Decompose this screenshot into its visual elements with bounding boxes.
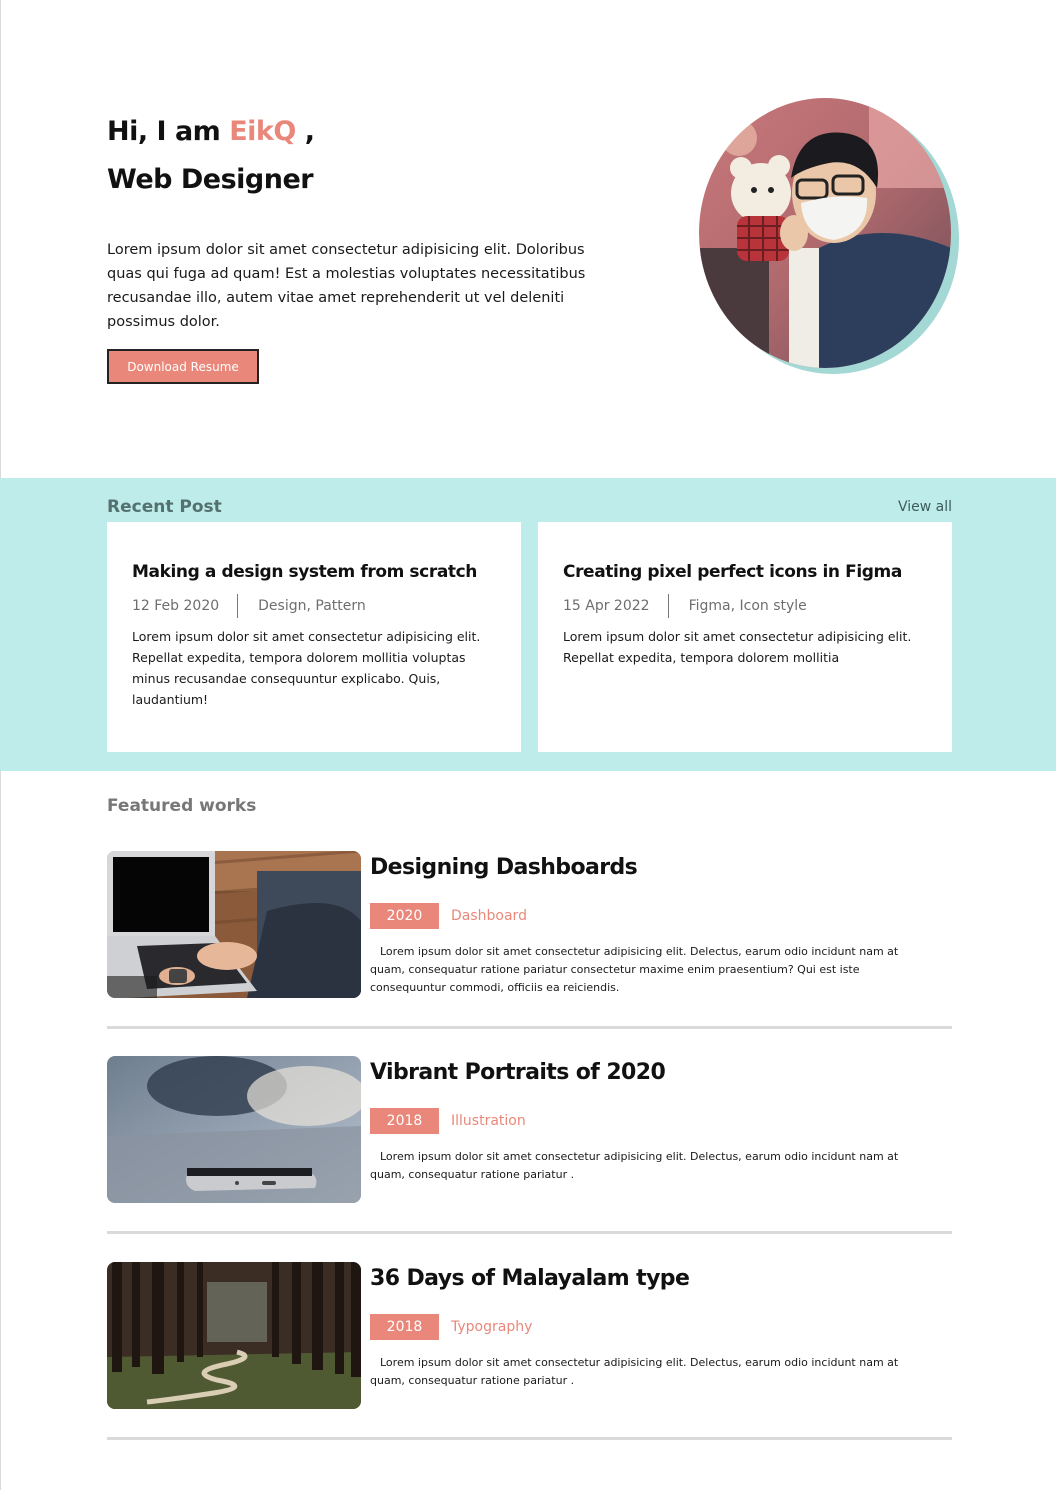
work-title[interactable]: Vibrant Portraits of 2020 xyxy=(370,1060,666,1085)
hero-name-suffix: , xyxy=(295,116,315,147)
work-item[interactable]: 36 Days of Malayalam type 2018 Typograph… xyxy=(107,1262,952,1440)
work-category: Dashboard xyxy=(451,908,527,924)
laptop-typing-photo xyxy=(107,851,361,998)
download-resume-button[interactable]: Download Resume xyxy=(107,349,259,384)
avatar-container xyxy=(699,98,959,374)
hero-role: Web Designer xyxy=(107,164,314,195)
work-thumbnail[interactable] xyxy=(107,851,361,998)
recent-posts-title: Recent Post xyxy=(107,497,222,517)
work-tags: 2018 Illustration xyxy=(370,1108,526,1134)
recent-posts-section: Recent Post View all Making a design sys… xyxy=(0,478,1056,771)
hero-title: Hi, I am EikQ , Web Designer xyxy=(107,108,667,204)
hero-name: EikQ xyxy=(229,116,296,147)
post-title[interactable]: Making a design system from scratch xyxy=(132,562,502,582)
hero-section: Hi, I am EikQ , Web Designer Lorem ipsum… xyxy=(0,0,1056,478)
year-badge: 2018 xyxy=(370,1108,439,1134)
work-description: Lorem ipsum dolor sit amet consectetur a… xyxy=(370,945,899,994)
year-badge: 2018 xyxy=(370,1314,439,1340)
post-meta: 15 Apr 2022 Figma, Icon style xyxy=(563,594,807,618)
work-tags: 2018 Typography xyxy=(370,1314,532,1340)
work-category: Illustration xyxy=(451,1113,526,1129)
work-title[interactable]: 36 Days of Malayalam type xyxy=(370,1266,690,1291)
work-title[interactable]: Designing Dashboards xyxy=(370,855,638,880)
post-tags: Figma, Icon style xyxy=(688,598,807,614)
post-excerpt: Lorem ipsum dolor sit amet consectetur a… xyxy=(132,629,481,707)
work-description: Lorem ipsum dolor sit amet consectetur a… xyxy=(370,1150,899,1181)
meta-divider xyxy=(667,594,669,618)
post-card[interactable]: Making a design system from scratch 12 F… xyxy=(107,522,521,752)
featured-works-title: Featured works xyxy=(107,796,257,816)
work-thumbnail[interactable] xyxy=(107,1262,361,1409)
work-description: Lorem ipsum dolor sit amet consectetur a… xyxy=(370,1356,899,1387)
work-item[interactable]: Designing Dashboards 2020 Dashboard Lore… xyxy=(107,851,952,1029)
post-date: 15 Apr 2022 xyxy=(563,598,650,614)
post-card[interactable]: Creating pixel perfect icons in Figma 15… xyxy=(538,522,952,752)
work-item[interactable]: Vibrant Portraits of 2020 2018 Illustrat… xyxy=(107,1056,952,1234)
avatar-photo xyxy=(699,98,951,368)
meta-divider xyxy=(237,594,239,618)
post-excerpt: Lorem ipsum dolor sit amet consectetur a… xyxy=(563,629,912,665)
post-date: 12 Feb 2020 xyxy=(132,598,220,614)
work-thumbnail[interactable] xyxy=(107,1056,361,1203)
work-category: Typography xyxy=(451,1319,533,1335)
hero-greeting: Hi, I am xyxy=(107,116,230,147)
hero-description: Lorem ipsum dolor sit amet consectetur a… xyxy=(107,242,586,330)
post-tags: Design, Pattern xyxy=(258,598,366,614)
avatar xyxy=(699,98,951,368)
forest-path-photo xyxy=(107,1262,361,1409)
work-tags: 2020 Dashboard xyxy=(370,903,527,929)
smartphone-on-table-photo xyxy=(107,1056,361,1203)
year-badge: 2020 xyxy=(370,903,439,929)
post-meta: 12 Feb 2020 Design, Pattern xyxy=(132,594,366,618)
view-all-link[interactable]: View all xyxy=(898,499,952,515)
post-title[interactable]: Creating pixel perfect icons in Figma xyxy=(563,562,933,582)
